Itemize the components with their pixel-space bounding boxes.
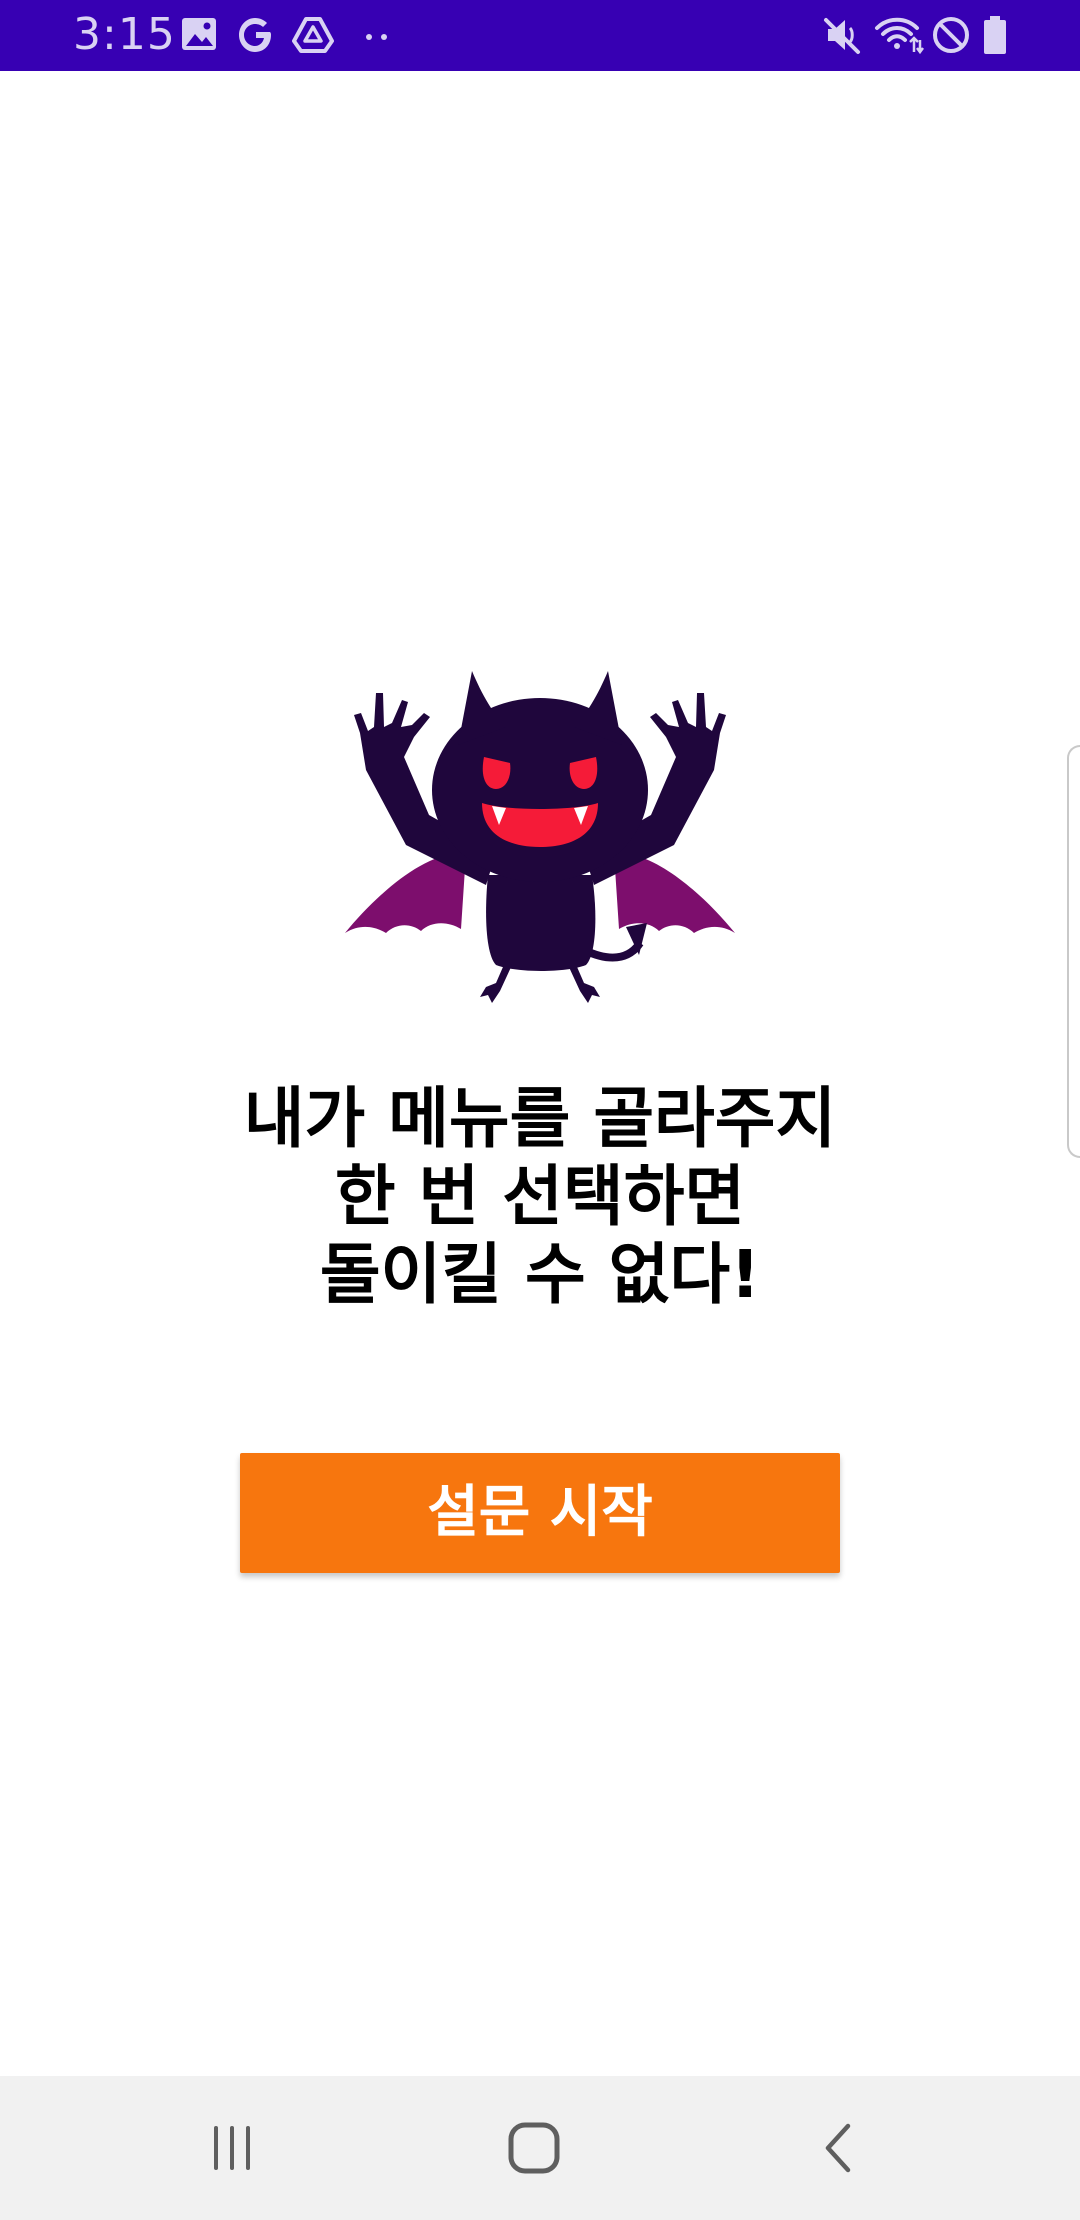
battery-icon [980, 14, 1010, 56]
drive-icon [292, 14, 334, 56]
mute-icon [822, 14, 864, 56]
headline-line-2: 한 번 선택하면 [334, 1158, 746, 1235]
back-button[interactable] [758, 2076, 918, 2220]
devil-mascot [316, 665, 764, 1005]
status-bar: 3:15 [0, 0, 1080, 71]
home-icon [508, 2122, 560, 2174]
recent-apps-icon [214, 2126, 250, 2170]
start-survey-button[interactable]: 설문 시작 [240, 1453, 840, 1573]
navigation-bar [0, 2076, 1080, 2220]
headline: 내가 메뉴를 골라주지 한 번 선택하면 돌이킬 수 없다! [140, 1080, 940, 1314]
edge-panel-handle[interactable] [1067, 745, 1080, 1158]
google-icon [236, 14, 276, 56]
headline-line-3: 돌이킬 수 없다! [319, 1236, 761, 1313]
do-not-disturb-icon [930, 14, 972, 56]
recent-apps-button[interactable] [152, 2076, 312, 2220]
status-time: 3:15 [73, 9, 176, 60]
back-icon [825, 2123, 851, 2173]
app-screen: 3:15 내가 메뉴를 골라주지 한 번 선택하면 돌이킬 수 없다! 설문 시… [0, 0, 1080, 2220]
wifi-icon [874, 14, 924, 56]
image-icon [180, 14, 218, 56]
home-button[interactable] [454, 2076, 614, 2220]
headline-line-1: 내가 메뉴를 골라주지 [243, 1080, 837, 1157]
more-dots-icon [362, 14, 392, 56]
